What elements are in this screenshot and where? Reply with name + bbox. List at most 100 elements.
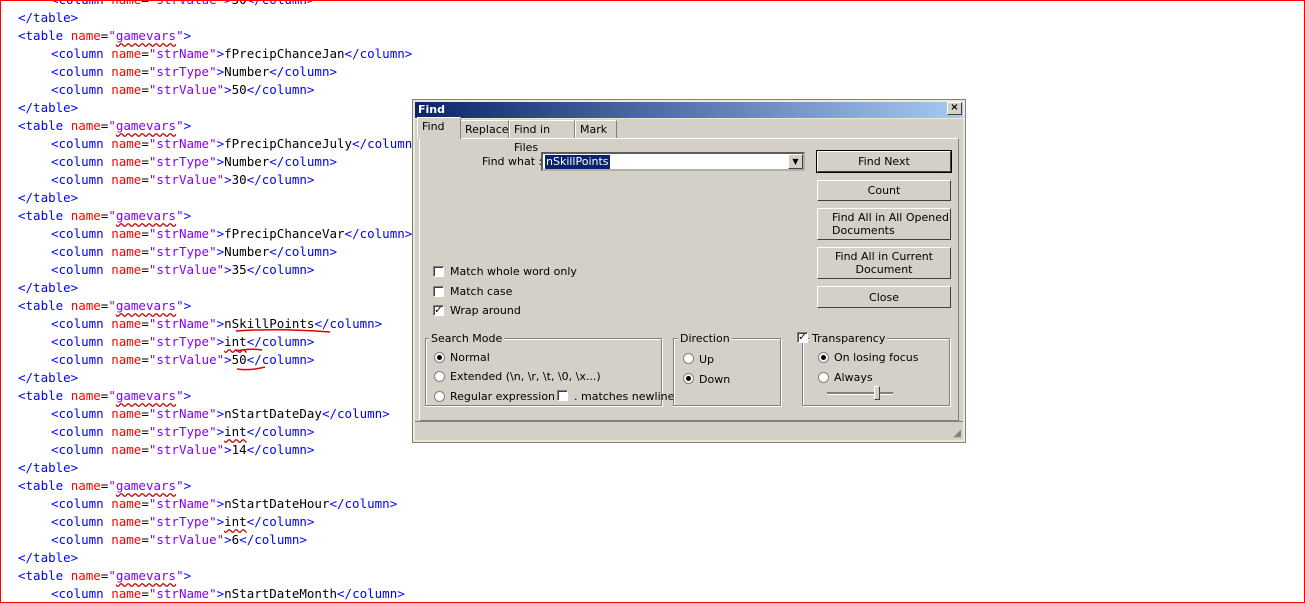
xml-attribute-value: gamevars <box>115 478 177 493</box>
find-what-input[interactable]: nSkillPoints <box>545 155 610 169</box>
code-line[interactable]: </table> <box>18 369 78 387</box>
code-line[interactable]: <column name="strValue">30</column> <box>51 171 314 189</box>
tab-find-in-files[interactable]: Find in Files <box>509 120 575 154</box>
xml-equals: = <box>141 154 149 169</box>
code-line[interactable]: <column name="strType">Number</column> <box>51 243 337 261</box>
close-icon[interactable]: × <box>947 102 962 115</box>
xml-equals: = <box>141 316 149 331</box>
code-line[interactable]: <column name="strValue">6</column> <box>51 531 307 549</box>
transparency-slider-track[interactable] <box>827 392 893 395</box>
find-what-combo[interactable]: nSkillPoints ▼ <box>541 152 805 171</box>
tab-replace[interactable]: Replace <box>460 120 509 138</box>
transparency-on-losing-focus-radio[interactable] <box>818 352 829 363</box>
xml-tag: <column <box>51 154 112 169</box>
search-mode-regex-radio[interactable] <box>434 391 445 402</box>
xml-tag: </column> <box>344 46 413 61</box>
dialog-statusbar: ◢ <box>415 421 963 440</box>
xml-tag: </column> <box>269 244 338 259</box>
transparency-checkbox[interactable]: ✓ <box>797 332 808 343</box>
xml-tag: > <box>224 0 232 7</box>
code-line[interactable]: <table name="gamevars"> <box>18 207 191 225</box>
code-line[interactable]: <table name="gamevars"> <box>18 567 191 585</box>
transparency-always-radio[interactable] <box>818 372 829 383</box>
xml-tag: </column> <box>269 64 338 79</box>
matches-newline-checkbox[interactable] <box>557 390 568 401</box>
xml-attribute: name <box>111 136 142 151</box>
xml-attribute: name <box>111 406 142 421</box>
xml-equals: = <box>141 514 149 529</box>
search-mode-normal-radio[interactable] <box>434 352 445 363</box>
xml-quote: " <box>108 298 116 313</box>
code-line[interactable]: <column name="strValue">50</column> <box>51 351 314 369</box>
code-line[interactable]: <column name="strValue">50</column> <box>51 81 314 99</box>
find-all-current-button[interactable]: Find All in Current Document <box>817 247 951 279</box>
xml-attribute-value: "strType" <box>148 514 217 529</box>
wrap-around-checkbox[interactable]: ✓ <box>433 305 444 316</box>
count-button[interactable]: Count <box>817 180 951 201</box>
xml-text: int <box>224 424 247 439</box>
xml-text: 35 <box>231 262 247 277</box>
code-line[interactable]: <column name="strName">nStartDateHour</c… <box>51 495 397 513</box>
xml-attribute: name <box>70 478 101 493</box>
resize-grip-icon[interactable]: ◢ <box>953 428 961 439</box>
direction-down-radio[interactable] <box>683 373 694 384</box>
code-line[interactable]: <column name="strName">nStartDateMonth</… <box>51 585 405 603</box>
code-line[interactable]: <column name="strType">Number</column> <box>51 63 337 81</box>
xml-text: fPrecipChanceJuly <box>224 136 353 151</box>
code-line[interactable]: <column name="strType">int</column> <box>51 333 314 351</box>
xml-tag: > <box>224 262 232 277</box>
code-line[interactable]: </table> <box>18 549 78 567</box>
xml-attribute: name <box>70 568 101 583</box>
xml-quote: " <box>176 208 184 223</box>
search-mode-extended-radio[interactable] <box>434 371 445 382</box>
code-line[interactable]: <column name="strName">fPrecipChanceJan<… <box>51 45 412 63</box>
xml-attribute-value: "strName" <box>148 496 217 511</box>
xml-text: int <box>224 514 247 529</box>
xml-equals: = <box>141 262 149 277</box>
xml-tag: </table> <box>18 10 79 25</box>
match-whole-word-checkbox[interactable] <box>433 266 444 277</box>
code-line[interactable]: </table> <box>18 189 78 207</box>
find-next-button[interactable]: Find Next <box>816 150 952 173</box>
xml-tag: </table> <box>18 280 79 295</box>
code-line[interactable]: <column name="strType">Number</column> <box>51 153 337 171</box>
code-line[interactable]: <column name="strType">int</column> <box>51 423 314 441</box>
code-line[interactable]: <column name="strValue">14</column> <box>51 441 314 459</box>
xml-tag: > <box>224 82 232 97</box>
code-line[interactable]: </table> <box>18 99 78 117</box>
tab-find[interactable]: Find <box>417 117 461 139</box>
direction-up-radio[interactable] <box>683 353 694 364</box>
code-line[interactable]: <column name="strName">nSkillPoints</col… <box>51 315 382 333</box>
xml-tag: > <box>224 172 232 187</box>
xml-attribute-value: "strValue" <box>148 172 225 187</box>
code-line[interactable]: </table> <box>18 279 78 297</box>
transparency-slider-thumb[interactable] <box>874 386 880 400</box>
xml-tag: <table <box>18 388 71 403</box>
code-line[interactable]: <table name="gamevars"> <box>18 117 191 135</box>
code-line[interactable]: </table> <box>18 9 78 27</box>
xml-tag: </column> <box>239 532 307 547</box>
xml-equals: = <box>141 64 149 79</box>
tab-mark[interactable]: Mark <box>575 120 617 138</box>
code-line[interactable]: <column name="strName">nStartDateDay</co… <box>51 405 390 423</box>
match-case-checkbox[interactable] <box>433 286 444 297</box>
close-button[interactable]: Close <box>817 286 951 308</box>
search-mode-title: Search Mode <box>429 332 505 345</box>
code-line[interactable]: <column name="strName">fPrecipChanceVar<… <box>51 225 412 243</box>
xml-quote: " <box>176 118 184 133</box>
xml-attribute-value: "strValue" <box>148 82 225 97</box>
code-line[interactable]: <column name="strValue">35</column> <box>51 261 314 279</box>
find-all-opened-button[interactable]: Find All in All Opened Documents <box>817 208 951 240</box>
code-line[interactable]: <column name="strName">fPrecipChanceJuly… <box>51 135 420 153</box>
xml-attribute: name <box>111 424 142 439</box>
xml-tag: > <box>216 226 225 241</box>
code-line[interactable]: </table> <box>18 459 78 477</box>
code-line[interactable]: <table name="gamevars"> <box>18 297 191 315</box>
code-line[interactable]: <column name="strType">int</column> <box>51 513 314 531</box>
dropdown-arrow-icon[interactable]: ▼ <box>788 154 803 169</box>
xml-equals: = <box>141 0 149 7</box>
code-line[interactable]: <table name="gamevars"> <box>18 477 191 495</box>
code-line[interactable]: <table name="gamevars"> <box>18 387 191 405</box>
code-line[interactable]: <table name="gamevars"> <box>18 27 191 45</box>
code-line[interactable]: <column name="strValue">50</column> <box>51 0 314 9</box>
